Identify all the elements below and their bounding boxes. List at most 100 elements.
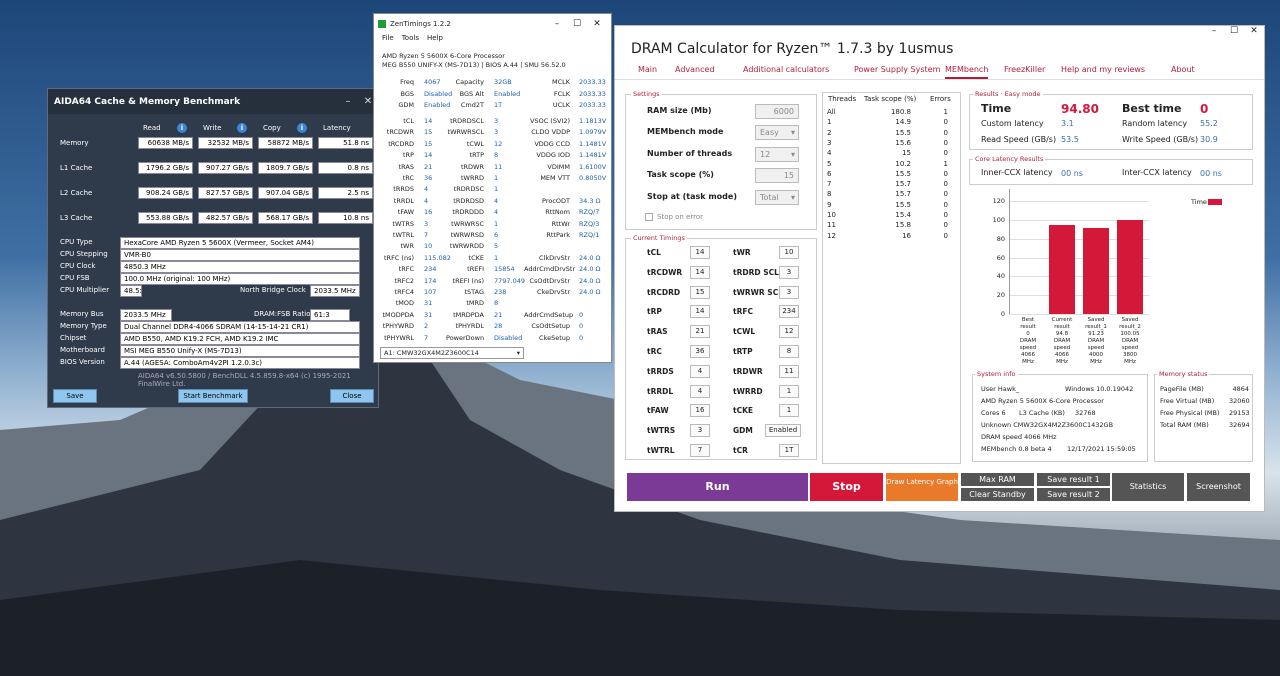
close-icon[interactable]: ✕ bbox=[587, 19, 607, 29]
stop-select[interactable]: Total bbox=[755, 190, 799, 205]
thread-scope: 180.8 bbox=[890, 108, 911, 116]
zen-value: RZQ/7 bbox=[579, 208, 600, 217]
info-icon[interactable]: i bbox=[237, 123, 247, 133]
info-label: CPU FSB bbox=[60, 274, 90, 282]
maximize-icon[interactable]: ☐ bbox=[567, 19, 587, 29]
mem-value: 4864 bbox=[1232, 385, 1249, 393]
timing-label: tWRRD bbox=[733, 386, 763, 396]
x-tick-line: 0 bbox=[1026, 331, 1030, 337]
dram-calculator-window: – ☐ ✕ DRAM Calculator for Ryzen™ 1.7.3 by … bbox=[614, 25, 1265, 512]
tab-additional[interactable]: Additional calculators bbox=[743, 65, 829, 74]
close-button[interactable]: Close bbox=[330, 389, 374, 403]
tab-membench[interactable]: MEMbench bbox=[945, 65, 989, 79]
screenshot-button[interactable]: Screenshot bbox=[1187, 473, 1250, 501]
save-result-1-button[interactable]: Save result 1 bbox=[1037, 473, 1110, 486]
info-value: 48.5x bbox=[120, 285, 142, 297]
zen-label: BGS bbox=[400, 89, 414, 98]
value-write: 32532 MB/s bbox=[198, 137, 253, 149]
maximize-icon[interactable]: ☐ bbox=[1224, 26, 1244, 36]
zen-value: 1T bbox=[494, 101, 503, 109]
zen-value: 28 bbox=[494, 322, 503, 331]
sys-datetime: 12/17/2021 15:59:05 bbox=[1067, 445, 1136, 453]
aida64-titlebar[interactable]: AIDA64 Cache & Memory Benchmark – ✕ bbox=[48, 89, 378, 114]
zen-value: 32GB bbox=[494, 78, 512, 86]
thread-id: 10 bbox=[827, 211, 836, 219]
info-label: Motherboard bbox=[60, 346, 105, 354]
x-tick-line: 91.23 bbox=[1088, 331, 1104, 337]
zen-label: tRP bbox=[403, 151, 414, 160]
menu-tools[interactable]: Tools bbox=[402, 34, 419, 46]
minimize-icon[interactable]: – bbox=[338, 96, 358, 107]
thread-errors: 0 bbox=[943, 149, 948, 158]
inner-ccx-value: 00 ns bbox=[1061, 169, 1083, 178]
threads-select[interactable]: 12 bbox=[755, 147, 799, 162]
tab-power[interactable]: Power Supply System bbox=[854, 65, 940, 74]
y-tick-label: 60 bbox=[996, 253, 1005, 262]
tab-help[interactable]: Help and my reviews bbox=[1061, 65, 1145, 74]
value-write: 482.57 GB/s bbox=[198, 212, 253, 224]
save-result-2-button[interactable]: Save result 2 bbox=[1037, 488, 1110, 501]
timing-value: 1T bbox=[779, 444, 799, 457]
settings-title: Settings bbox=[631, 90, 662, 98]
thread-errors: 0 bbox=[943, 221, 948, 230]
statistics-button[interactable]: Statistics bbox=[1112, 473, 1184, 501]
tab-freezkiller[interactable]: FreezKiller bbox=[1004, 65, 1045, 74]
tab-main[interactable]: Main bbox=[638, 65, 657, 74]
scope-input[interactable]: 15 bbox=[755, 168, 799, 183]
zen-value: 1.1813V bbox=[579, 117, 607, 125]
thread-id: 6 bbox=[827, 169, 832, 178]
stop-on-error-checkbox[interactable] bbox=[645, 213, 653, 221]
zen-value: 2033.33 bbox=[579, 78, 606, 86]
info-icon[interactable]: i bbox=[297, 123, 307, 133]
tab-about[interactable]: About bbox=[1171, 65, 1195, 74]
mode-select[interactable]: Easy bbox=[755, 125, 799, 140]
zen-value: 0 bbox=[579, 333, 584, 342]
thread-errors: 0 bbox=[943, 180, 948, 189]
col-header-read: Read bbox=[143, 124, 161, 132]
save-button[interactable]: Save bbox=[53, 389, 97, 403]
value-lat: 10.8 ns bbox=[318, 212, 373, 224]
mbus-value: 2033.5 MHz bbox=[120, 309, 172, 321]
sys-cores: Cores 6 bbox=[981, 409, 1006, 417]
stop-button[interactable]: Stop bbox=[810, 473, 883, 501]
zen-label: Capacity bbox=[455, 78, 484, 86]
zen-label: RttWr bbox=[551, 219, 570, 228]
x-tick-line: DRAM bbox=[1053, 338, 1071, 344]
zen-value: RZQ/3 bbox=[579, 219, 600, 228]
col-header-copy: Copy bbox=[263, 124, 281, 132]
zen-label: Freq bbox=[400, 78, 414, 86]
menu-help[interactable]: Help bbox=[427, 34, 443, 46]
close-icon[interactable]: ✕ bbox=[1244, 26, 1264, 36]
thread-errors: 0 bbox=[943, 128, 948, 137]
timing-label: tCWL bbox=[733, 327, 756, 337]
x-tick-line: speed bbox=[1121, 345, 1139, 351]
zen-label: tREFI bbox=[467, 265, 484, 274]
info-value: VMR-B0 bbox=[120, 249, 360, 261]
timing-value: 36 bbox=[690, 345, 710, 358]
timing-label: tCR bbox=[733, 446, 748, 455]
info-icon[interactable]: i bbox=[177, 123, 187, 133]
menu-file[interactable]: File bbox=[382, 34, 394, 46]
minimize-icon[interactable]: – bbox=[1204, 26, 1224, 36]
zentimings-titlebar[interactable]: ZenTimings 1.2.2 – ☐ ✕ bbox=[374, 14, 611, 34]
zen-label: CsOdtDrvStr bbox=[529, 276, 570, 285]
zen-value: 16 bbox=[424, 208, 433, 217]
info-label: CPU Stepping bbox=[60, 250, 108, 258]
x-tick-line: DRAM bbox=[1087, 338, 1105, 344]
tab-advanced[interactable]: Advanced bbox=[675, 65, 715, 74]
zen-label: VDIMM bbox=[547, 162, 570, 171]
minimize-icon[interactable]: – bbox=[547, 19, 567, 29]
mem-label: Total RAM (MB) bbox=[1160, 421, 1209, 429]
dimm-select[interactable]: A1: CMW32GX4M2Z3600C14 ▾ bbox=[380, 347, 524, 359]
x-tick-line: MHz bbox=[1124, 359, 1136, 365]
start-benchmark-button[interactable]: Start Benchmark bbox=[178, 389, 248, 403]
draw-latency-graph-button[interactable]: Draw Latency Graph bbox=[886, 473, 958, 501]
clear-standby-button[interactable]: Clear Standby bbox=[961, 488, 1034, 501]
random-latency-value: 55.2 bbox=[1200, 119, 1218, 128]
info-value: 4850.3 MHz bbox=[120, 261, 360, 273]
zen-label: tRDWR bbox=[460, 162, 484, 171]
max-ram-button[interactable]: Max RAM bbox=[961, 473, 1034, 486]
thread-errors: 1 bbox=[943, 108, 948, 116]
ram-size-input[interactable]: 6000 bbox=[755, 104, 799, 119]
run-button[interactable]: Run bbox=[627, 473, 808, 501]
